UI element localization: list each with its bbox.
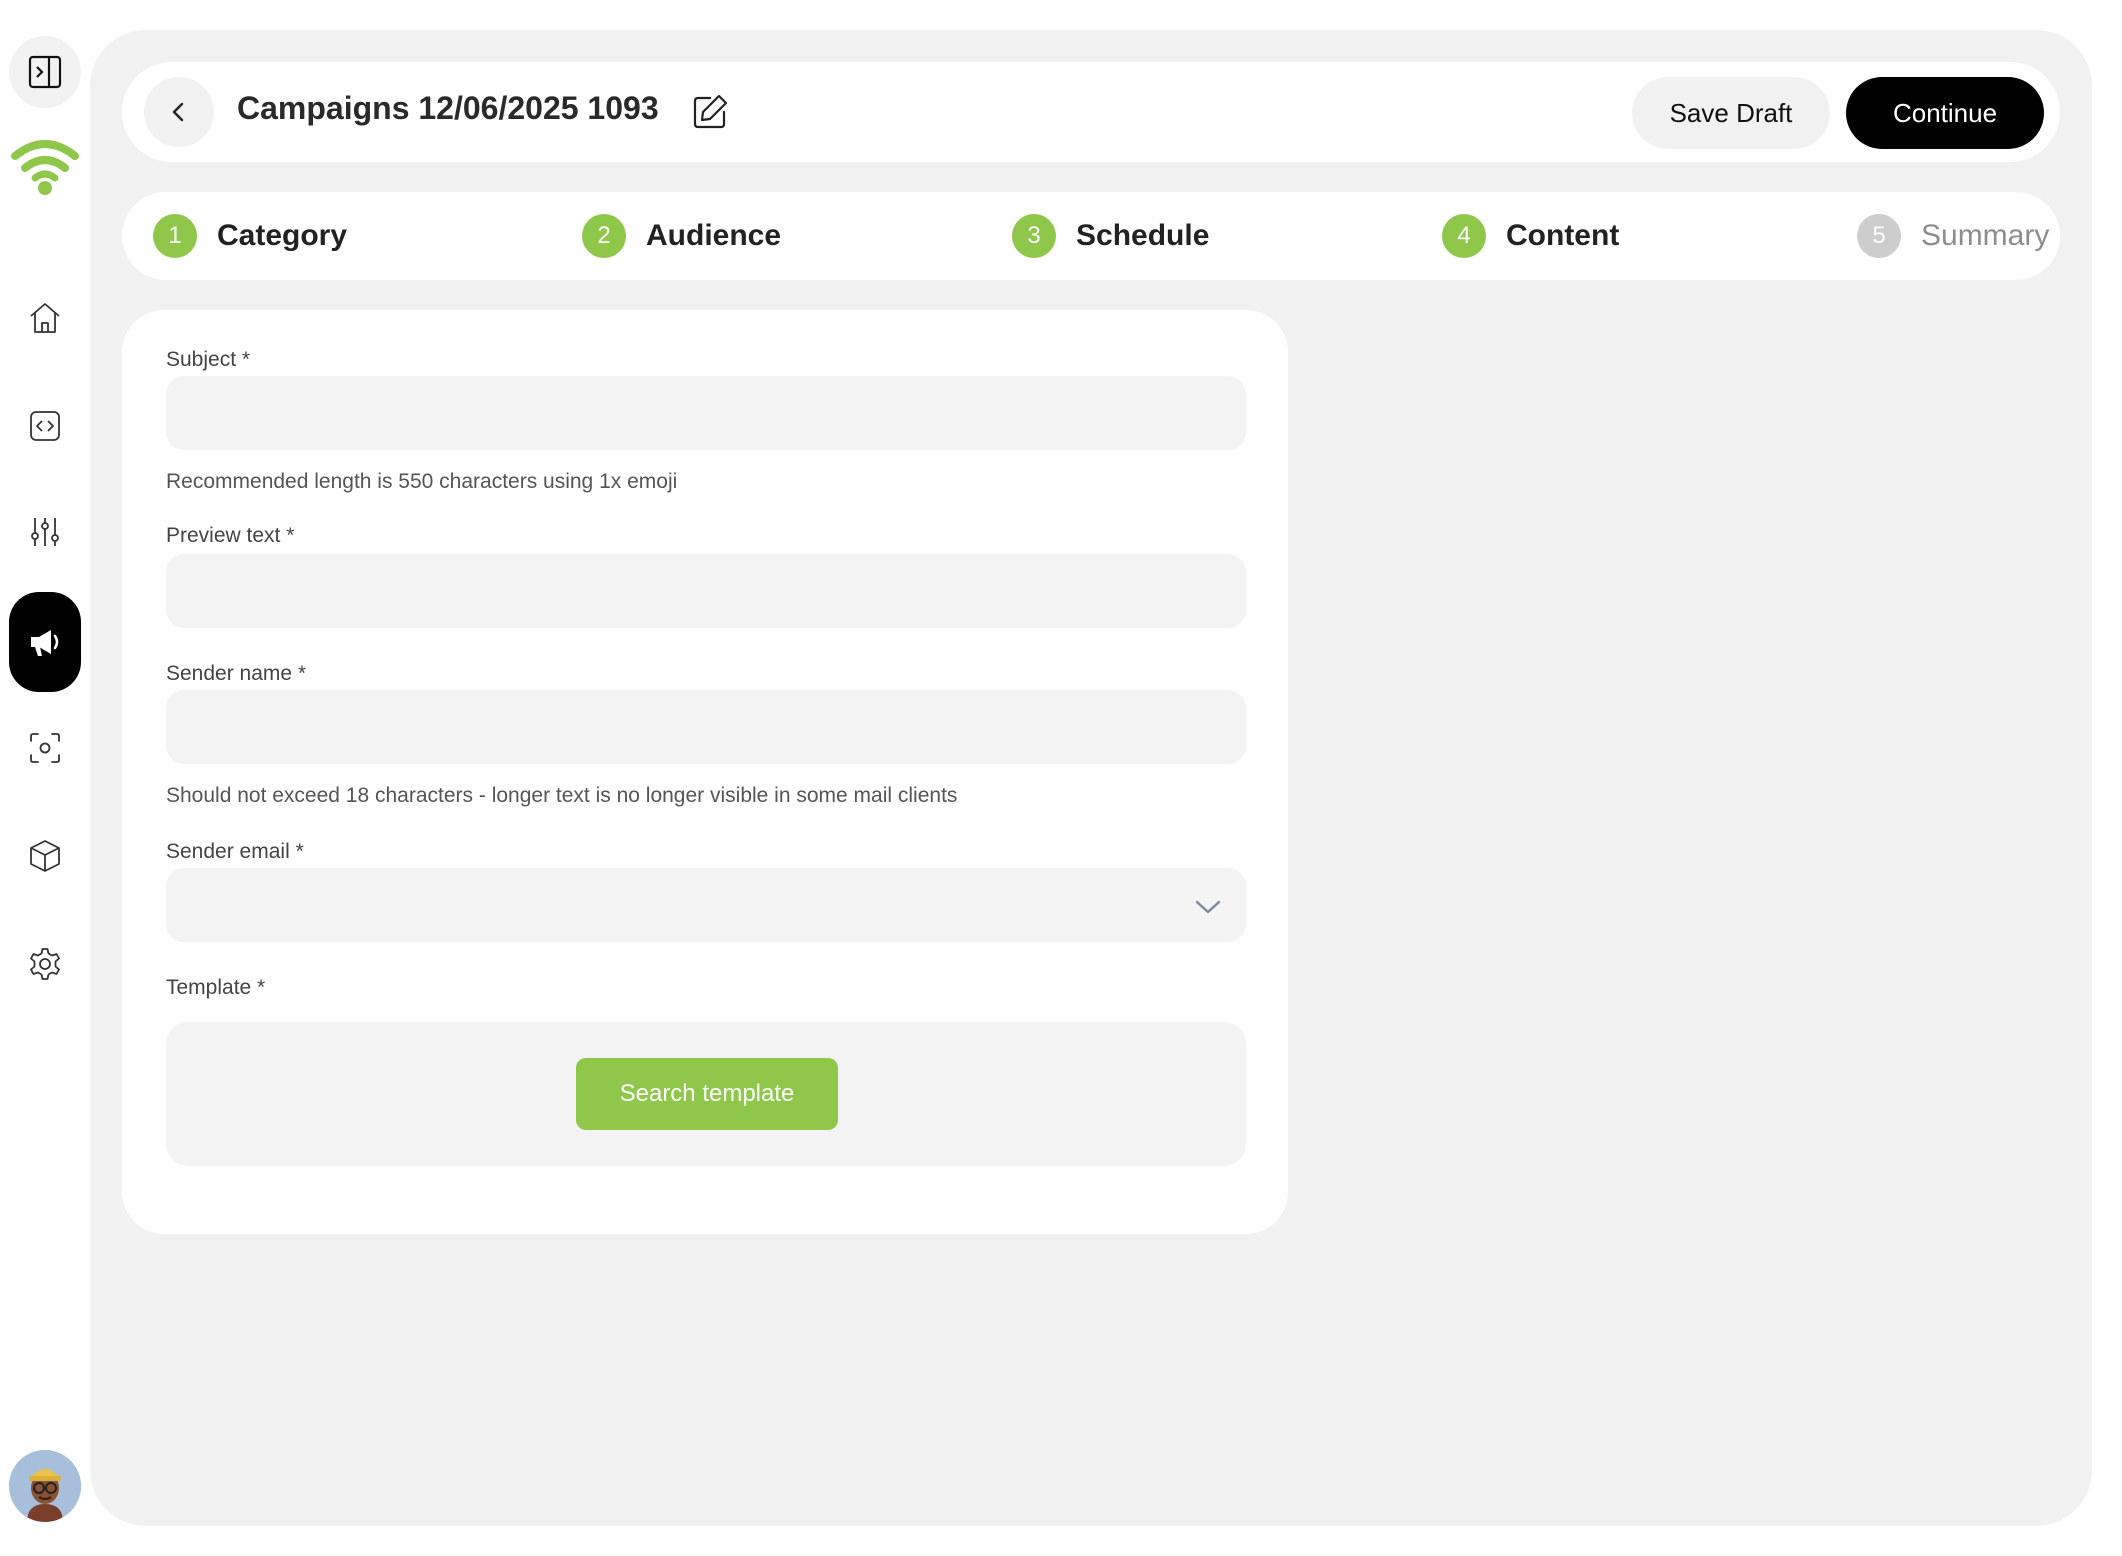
continue-button[interactable]: Continue — [1846, 77, 2044, 149]
sliders-icon — [31, 518, 59, 546]
edit-title-button[interactable] — [690, 92, 730, 132]
step-category[interactable]: 1 Category — [153, 214, 347, 258]
step-label: Category — [217, 219, 348, 252]
header-bar: Campaigns 12/06/2025 1093 Save Draft Con… — [122, 62, 2060, 162]
sidebar-item-settings[interactable] — [9, 928, 81, 1000]
step-label: Audience — [646, 219, 782, 252]
sender-name-label: Sender name * — [166, 662, 307, 685]
sidebar-toggle-button[interactable] — [9, 36, 81, 108]
campaign-stepper: 1 Category 2 Audience 3 Schedule 4 Conte… — [122, 192, 2060, 280]
step-audience[interactable]: 2 Audience — [582, 214, 781, 258]
home-icon — [30, 303, 60, 333]
template-label: Template * — [166, 976, 266, 999]
box-icon — [30, 840, 60, 872]
scan-icon — [30, 733, 60, 763]
main-panel: Campaigns 12/06/2025 1093 Save Draft Con… — [90, 30, 2092, 1526]
sender-email-select[interactable] — [166, 868, 1246, 942]
sidebar-item-products[interactable] — [9, 820, 81, 892]
sidebar-item-scan[interactable] — [9, 712, 81, 784]
sidebar-item-campaigns[interactable] — [9, 592, 81, 692]
step-schedule[interactable]: 3 Schedule — [1012, 214, 1209, 258]
chevron-left-icon — [172, 102, 184, 122]
step-label: Schedule — [1076, 219, 1210, 252]
step-number: 1 — [153, 214, 197, 258]
content-form-card: Subject * Recommended length is 550 char… — [122, 310, 1288, 1234]
step-content[interactable]: 4 Content — [1442, 214, 1619, 258]
page-title: Campaigns 12/06/2025 1093 — [237, 90, 659, 126]
step-number: 5 — [1857, 214, 1901, 258]
megaphone-icon — [31, 630, 59, 656]
gear-icon — [30, 948, 60, 980]
step-summary[interactable]: 5 Summary — [1857, 214, 2049, 258]
search-template-button[interactable]: Search template — [576, 1058, 838, 1130]
sender-name-hint: Should not exceed 18 characters - longer… — [166, 784, 958, 807]
sidebar-item-home[interactable] — [9, 282, 81, 354]
chevron-down-icon — [1195, 900, 1221, 914]
subject-label: Subject * — [166, 348, 251, 371]
preview-text-label: Preview text * — [166, 524, 295, 547]
subject-input[interactable] — [166, 376, 1246, 450]
sender-email-label: Sender email * — [166, 840, 304, 863]
sidebar-toggle-icon — [28, 55, 62, 89]
template-picker: Search template — [166, 1022, 1246, 1166]
user-avatar — [9, 1450, 81, 1522]
avatar[interactable] — [9, 1450, 81, 1522]
sidebar-item-code[interactable] — [9, 390, 81, 462]
step-number: 3 — [1012, 214, 1056, 258]
sender-name-input[interactable] — [166, 690, 1246, 764]
preview-text-input[interactable] — [166, 554, 1246, 628]
step-label: Summary — [1921, 219, 2050, 252]
wifi-logo-icon — [11, 140, 79, 195]
sidebar-item-filters[interactable] — [9, 496, 81, 568]
step-number: 2 — [582, 214, 626, 258]
brand-logo — [8, 130, 82, 200]
back-button[interactable] — [144, 77, 214, 147]
subject-hint: Recommended length is 550 characters usi… — [166, 470, 678, 493]
step-label: Content — [1506, 219, 1620, 252]
pencil-edit-icon — [693, 94, 728, 129]
sidebar — [0, 0, 90, 1556]
save-draft-button[interactable]: Save Draft — [1632, 77, 1830, 149]
code-icon — [30, 411, 60, 441]
step-number: 4 — [1442, 214, 1486, 258]
